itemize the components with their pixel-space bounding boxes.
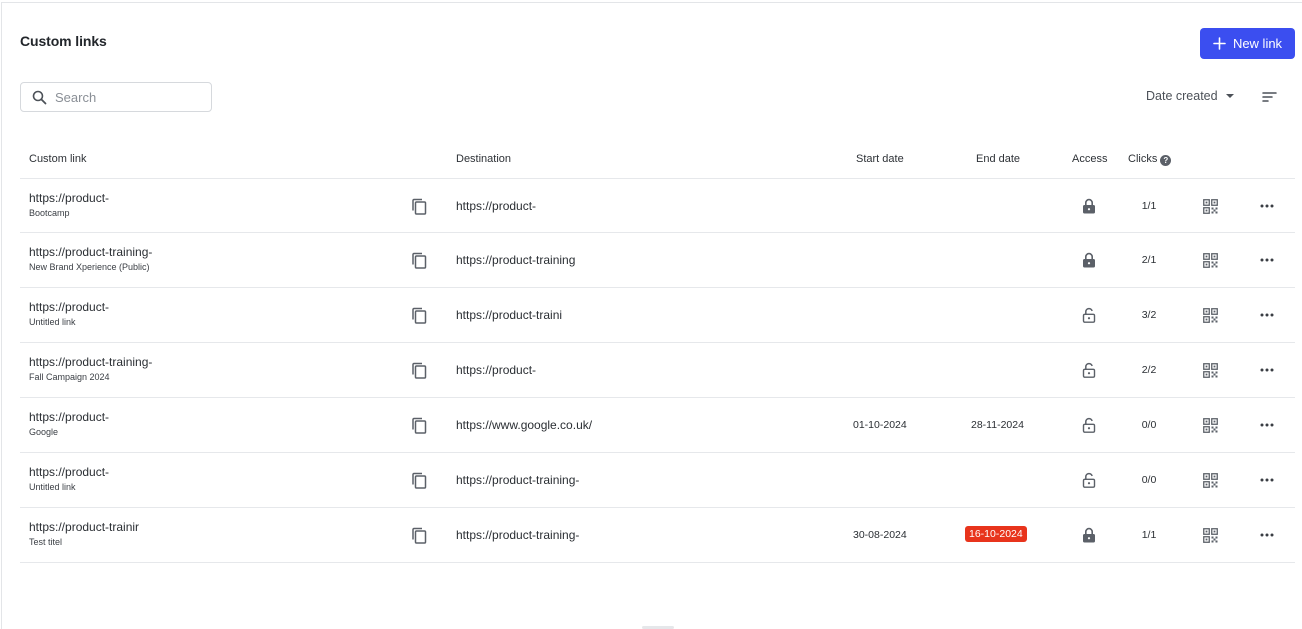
header-start-date: Start date <box>856 153 904 165</box>
more-horizontal-icon[interactable] <box>1260 312 1274 318</box>
qr-code-icon[interactable] <box>1203 473 1218 488</box>
destination-url[interactable]: https://product-traini <box>456 308 562 322</box>
custom-link-url[interactable]: https://product-training- <box>29 355 152 369</box>
start-date: 01-10-2024 <box>853 419 907 431</box>
page-title: Custom links <box>20 33 107 49</box>
sort-dropdown[interactable]: Date created <box>1146 89 1234 103</box>
end-date: 28-11-2024 <box>971 419 1024 431</box>
custom-link-title: Fall Campaign 2024 <box>29 372 110 382</box>
sort-label: Date created <box>1146 89 1218 103</box>
header-end-date: End date <box>976 153 1021 165</box>
custom-link-url[interactable]: https://product- <box>29 410 109 424</box>
destination-url[interactable]: https://product-training- <box>456 473 579 487</box>
clicks-count: 2/2 <box>1141 364 1157 376</box>
custom-link-title: Untitled link <box>29 482 76 492</box>
copy-icon[interactable] <box>411 472 427 489</box>
search-box[interactable] <box>20 82 212 112</box>
lock-open-icon[interactable] <box>1082 362 1096 378</box>
header-destination: Destination <box>456 153 512 165</box>
plus-icon <box>1213 37 1226 50</box>
qr-code-icon[interactable] <box>1203 418 1218 433</box>
custom-link-title: Untitled link <box>29 317 76 327</box>
new-link-button[interactable]: New link <box>1200 28 1295 59</box>
lock-closed-icon[interactable] <box>1082 198 1096 214</box>
custom-link-url[interactable]: https://product- <box>29 465 109 479</box>
table-row[interactable]: https://product-trainir Test titel https… <box>20 508 1295 563</box>
new-link-label: New link <box>1232 36 1283 51</box>
clicks-count: 0/0 <box>1141 474 1157 486</box>
table-row[interactable]: https://product- Google https://www.goog… <box>20 398 1295 453</box>
table-row[interactable]: https://product- Untitled link https://p… <box>20 288 1295 343</box>
destination-url[interactable]: https://product- <box>456 199 536 213</box>
search-input[interactable] <box>55 89 195 105</box>
qr-code-icon[interactable] <box>1203 253 1218 268</box>
help-icon[interactable]: ? <box>1160 155 1172 166</box>
header-clicks-label: Clicks <box>1128 153 1158 165</box>
more-horizontal-icon[interactable] <box>1260 257 1274 263</box>
custom-link-title: Test titel <box>29 537 63 547</box>
lock-closed-icon[interactable] <box>1082 527 1096 543</box>
more-horizontal-icon[interactable] <box>1260 532 1274 538</box>
start-date: 30-08-2024 <box>853 529 907 541</box>
more-horizontal-icon[interactable] <box>1260 477 1274 483</box>
clicks-count: 0/0 <box>1141 419 1157 431</box>
header-clicks: Clicks? <box>1128 153 1172 166</box>
qr-code-icon[interactable] <box>1203 363 1218 378</box>
destination-url[interactable]: https://product- <box>456 363 536 377</box>
copy-icon[interactable] <box>411 527 427 544</box>
copy-icon[interactable] <box>411 252 427 269</box>
custom-link-title: Google <box>29 427 59 437</box>
more-horizontal-icon[interactable] <box>1260 203 1274 209</box>
table-row[interactable]: https://product- Bootcamp https://produc… <box>20 178 1295 233</box>
copy-icon[interactable] <box>411 362 427 379</box>
lock-open-icon[interactable] <box>1082 472 1096 488</box>
end-date-expired-badge: 16-10-2024 <box>965 526 1027 542</box>
custom-link-url[interactable]: https://product- <box>29 300 109 314</box>
table-row[interactable]: https://product-training- New Brand Xper… <box>20 233 1295 288</box>
custom-link-url[interactable]: https://product-training- <box>29 245 152 259</box>
destination-url[interactable]: https://product-training- <box>456 528 579 542</box>
table-row[interactable]: https://product- Untitled link https://p… <box>20 453 1295 508</box>
destination-url[interactable]: https://product-training <box>456 253 575 267</box>
header-custom-link: Custom link <box>29 153 87 165</box>
clicks-count: 2/1 <box>1141 254 1157 266</box>
lock-open-icon[interactable] <box>1082 417 1096 433</box>
custom-link-url[interactable]: https://product-trainir <box>29 520 139 534</box>
destination-url[interactable]: https://www.google.co.uk/ <box>456 418 592 432</box>
more-horizontal-icon[interactable] <box>1260 367 1274 373</box>
table-row[interactable]: https://product-training- Fall Campaign … <box>20 343 1295 398</box>
lock-open-icon[interactable] <box>1082 307 1096 323</box>
more-horizontal-icon[interactable] <box>1260 422 1274 428</box>
clicks-count: 1/1 <box>1141 200 1157 212</box>
copy-icon[interactable] <box>411 198 427 215</box>
clicks-count: 1/1 <box>1141 529 1157 541</box>
qr-code-icon[interactable] <box>1203 308 1218 323</box>
copy-icon[interactable] <box>411 417 427 434</box>
qr-code-icon[interactable] <box>1203 199 1218 214</box>
custom-link-title: Bootcamp <box>29 208 70 218</box>
lock-closed-icon[interactable] <box>1082 252 1096 268</box>
copy-icon[interactable] <box>411 307 427 324</box>
caret-down-icon <box>1225 94 1234 98</box>
search-icon <box>32 90 47 104</box>
custom-link-url[interactable]: https://product- <box>29 191 109 205</box>
filter-lines-icon[interactable] <box>1262 91 1277 103</box>
clicks-count: 3/2 <box>1141 309 1157 321</box>
header-access: Access <box>1072 153 1108 165</box>
custom-link-title: New Brand Xperience (Public) <box>29 262 150 272</box>
qr-code-icon[interactable] <box>1203 528 1218 543</box>
